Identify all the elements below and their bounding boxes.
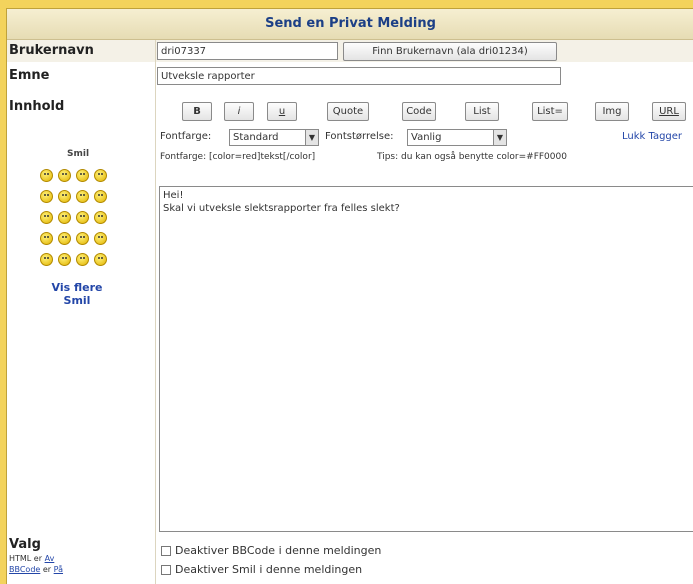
image-button[interactable]: Img <box>595 102 629 121</box>
code-button[interactable]: Code <box>402 102 436 121</box>
font-color-value: Standard <box>233 132 279 143</box>
close-tags-link[interactable]: Lukk Tagger <box>622 131 682 142</box>
italic-button[interactable]: i <box>224 102 254 121</box>
underline-button[interactable]: u <box>267 102 297 121</box>
disable-bbcode-checkbox[interactable] <box>161 546 171 556</box>
message-line: Hei! <box>163 190 184 201</box>
smiley-icon[interactable] <box>40 190 53 203</box>
bbcode-status-prefix: er <box>42 565 52 574</box>
username-input[interactable]: dri07337 <box>157 42 338 60</box>
quote-button[interactable]: Quote <box>327 102 369 121</box>
smiley-icon[interactable] <box>40 211 53 224</box>
message-line: Skal vi utveksle slektsrapporter fra fel… <box>163 203 400 214</box>
font-color-hint: Fontfarge: [color=red]tekst[/color] <box>160 152 316 162</box>
bold-button[interactable]: B <box>182 102 212 121</box>
smiley-icon[interactable] <box>58 169 71 182</box>
smiley-icon[interactable] <box>76 253 89 266</box>
smiley-icon[interactable] <box>94 253 107 266</box>
column-divider <box>155 40 156 584</box>
font-color-select[interactable]: Standard ▼ <box>229 129 319 146</box>
list-button[interactable]: List <box>465 102 499 121</box>
smiley-icon[interactable] <box>58 232 71 245</box>
find-username-button[interactable]: Finn Brukernavn (ala dri01234) <box>343 42 557 61</box>
font-size-select[interactable]: Vanlig ▼ <box>407 129 507 146</box>
smiley-icon[interactable] <box>58 253 71 266</box>
color-tip: Tips: du kan også benytte color=#FF0000 <box>377 152 567 162</box>
bbcode-link[interactable]: BBCode <box>9 565 40 574</box>
html-status-value[interactable]: Av <box>45 554 55 563</box>
message-textarea[interactable]: Hei! Skal vi utveksle slektsrapporter fr… <box>159 186 693 532</box>
smiley-icon[interactable] <box>76 211 89 224</box>
smilies-title: Smil <box>67 149 90 159</box>
smiley-icon[interactable] <box>94 232 107 245</box>
disable-smilies-checkbox[interactable] <box>161 565 171 575</box>
smiley-icon[interactable] <box>40 169 53 182</box>
font-color-label: Fontfarge: <box>160 131 212 142</box>
smiley-icon[interactable] <box>58 211 71 224</box>
font-size-label: Fontstørrelse: <box>325 131 394 142</box>
smiley-icon[interactable] <box>40 253 53 266</box>
smiley-icon[interactable] <box>94 190 107 203</box>
smiley-icon[interactable] <box>40 232 53 245</box>
smiley-icon[interactable] <box>58 190 71 203</box>
smiley-icon[interactable] <box>76 190 89 203</box>
bbcode-status: BBCode er På <box>9 565 63 574</box>
smiley-icon[interactable] <box>94 211 107 224</box>
smiley-icon[interactable] <box>76 169 89 182</box>
html-status: HTML er Av <box>9 554 54 563</box>
more-smilies-link[interactable]: Vis flere Smil <box>47 281 107 307</box>
chevron-down-icon: ▼ <box>493 130 506 145</box>
smiley-icon[interactable] <box>76 232 89 245</box>
form-title: Send en Privat Melding <box>7 9 693 40</box>
subject-input[interactable]: Utveksle rapporter <box>157 67 561 85</box>
disable-bbcode-label: Deaktiver BBCode i denne meldingen <box>175 544 382 557</box>
disable-smilies-label: Deaktiver Smil i denne meldingen <box>175 563 363 576</box>
content-label: Innhold <box>9 99 65 114</box>
bbcode-status-value[interactable]: På <box>54 565 63 574</box>
options-label: Valg <box>9 537 41 552</box>
ordered-list-button[interactable]: List= <box>532 102 568 121</box>
html-status-prefix: HTML er <box>9 554 43 563</box>
post-form: Send en Privat Melding Brukernavn dri073… <box>6 8 693 584</box>
username-label: Brukernavn <box>9 43 94 58</box>
url-button[interactable]: URL <box>652 102 686 121</box>
font-size-value: Vanlig <box>411 132 442 143</box>
subject-label: Emne <box>9 68 50 83</box>
smiley-icon[interactable] <box>94 169 107 182</box>
chevron-down-icon: ▼ <box>305 130 318 145</box>
